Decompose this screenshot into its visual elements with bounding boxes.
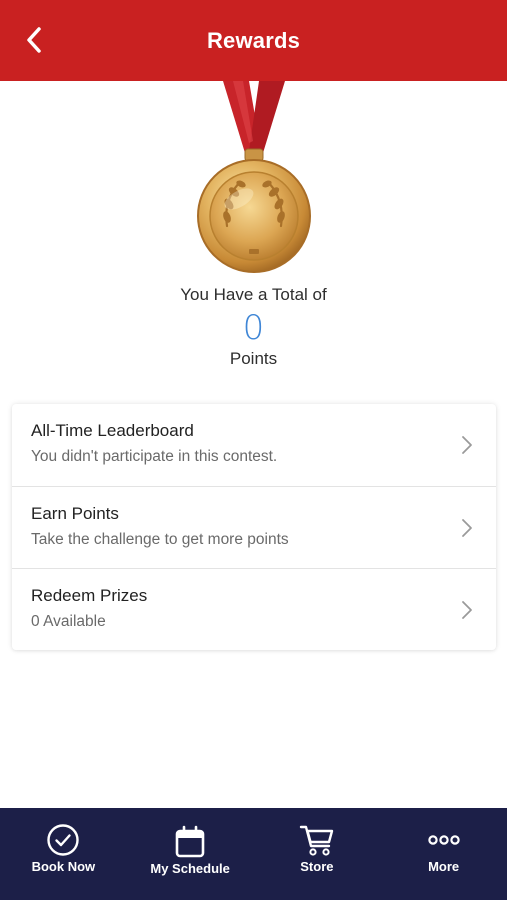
row-title: All-Time Leaderboard [31,421,194,440]
header-bar: Rewards [0,0,507,81]
bottom-tab-bar: Book Now My Schedule Store More [0,808,507,900]
tab-label: My Schedule [150,861,230,876]
tab-book-now[interactable]: Book Now [0,808,127,900]
chevron-right-icon [462,436,472,454]
calendar-icon [172,824,208,860]
row-subtitle: You didn't participate in this contest. [31,448,278,465]
earn-points-row[interactable]: Earn Points Take the challenge to get mo… [12,486,496,568]
cart-icon [299,822,335,858]
tab-more[interactable]: More [380,808,507,900]
row-subtitle: 0 Available [31,613,106,630]
chevron-right-icon [462,519,472,537]
row-title: Redeem Prizes [31,586,148,605]
tab-my-schedule[interactable]: My Schedule [127,808,254,900]
points-value: 0 [242,308,265,348]
page-title: Rewards [206,27,301,53]
back-button[interactable] [14,20,54,60]
rewards-menu-card: All-Time Leaderboard You didn't particip… [12,404,496,650]
total-label: You Have a Total of [180,285,327,304]
chevron-right-icon [462,601,472,619]
redeem-prizes-row[interactable]: Redeem Prizes 0 Available [12,568,496,650]
tab-store[interactable]: Store [254,808,381,900]
chevron-left-icon [27,27,41,53]
more-icon [426,822,462,858]
tab-label: Book Now [31,859,96,874]
medal-image [187,81,321,277]
points-label: Points [229,349,278,368]
tab-label: More [428,859,460,874]
check-circle-icon [45,822,81,858]
tab-label: Store [300,859,334,874]
leaderboard-row[interactable]: All-Time Leaderboard You didn't particip… [12,404,496,486]
row-subtitle: Take the challenge to get more points [31,531,289,548]
row-title: Earn Points [31,504,119,523]
